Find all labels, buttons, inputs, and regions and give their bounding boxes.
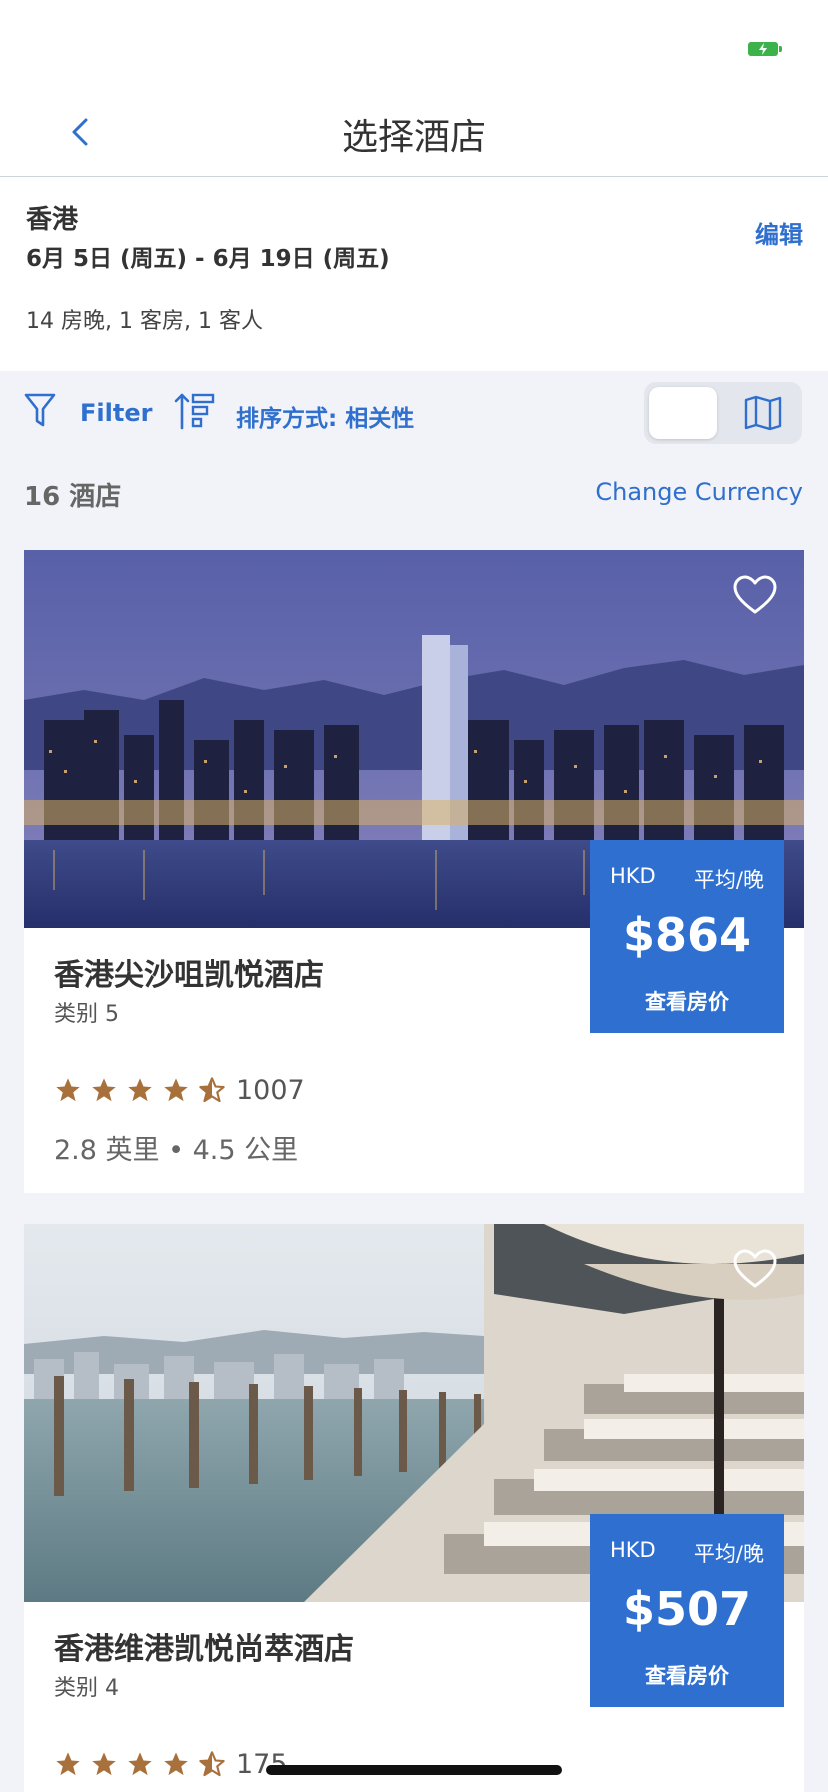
star-full-icon bbox=[164, 1078, 188, 1102]
destination-city: 香港 bbox=[26, 205, 79, 235]
star-rating: 1007 bbox=[54, 1072, 305, 1108]
star-rating: 175 bbox=[54, 1746, 288, 1782]
hotel-category: 类别 5 bbox=[54, 1002, 119, 1027]
star-half-icon bbox=[199, 1751, 225, 1777]
results-toolbar: Filter 排序方式: 相关性 bbox=[0, 371, 828, 461]
search-summary: 香港 6月 5日 (周五) - 6月 19日 (周五) 14 房晚, 1 客房,… bbox=[0, 177, 828, 371]
price-currency: HKD bbox=[610, 864, 656, 888]
favorite-heart-icon[interactable] bbox=[732, 574, 778, 616]
sort-button[interactable]: 排序方式: 相关性 bbox=[236, 399, 414, 433]
price-amount: $507 bbox=[622, 1582, 752, 1636]
stay-details: 14 房晚, 1 客房, 1 客人 bbox=[26, 309, 263, 334]
price-box[interactable]: HKD 平均/晚 $507 查看房价 bbox=[590, 1514, 784, 1707]
view-rates-button[interactable]: 查看房价 bbox=[590, 1660, 784, 1690]
review-count: 1007 bbox=[236, 1074, 305, 1106]
star-half-icon bbox=[199, 1077, 225, 1103]
price-amount: $864 bbox=[622, 908, 752, 962]
hotel-card[interactable]: HKD 平均/晚 $864 查看房价 香港尖沙咀凯悦酒店 类别 5 1007 2… bbox=[24, 550, 804, 1193]
status-bar bbox=[0, 0, 828, 90]
change-currency-link[interactable]: Change Currency bbox=[595, 478, 803, 506]
hotel-category: 类别 4 bbox=[54, 1676, 119, 1701]
hotel-distance: 2.8 英里 • 4.5 公里 bbox=[54, 1135, 299, 1166]
sort-icon[interactable] bbox=[174, 391, 216, 431]
edit-search-button[interactable]: 编辑 bbox=[755, 215, 803, 250]
filter-button[interactable]: Filter bbox=[80, 399, 152, 427]
star-full-icon bbox=[128, 1752, 152, 1776]
battery-icon bbox=[748, 42, 782, 56]
hotel-name[interactable]: 香港尖沙咀凯悦酒店 bbox=[54, 950, 324, 994]
price-currency: HKD bbox=[610, 1538, 656, 1562]
star-full-icon bbox=[164, 1752, 188, 1776]
nav-bar: 选择酒店 bbox=[0, 90, 828, 177]
star-full-icon bbox=[56, 1078, 80, 1102]
star-full-icon bbox=[92, 1752, 116, 1776]
favorite-heart-icon[interactable] bbox=[732, 1248, 778, 1290]
stay-dates: 6月 5日 (周五) - 6月 19日 (周五) bbox=[26, 246, 390, 272]
star-full-icon bbox=[128, 1078, 152, 1102]
map-icon[interactable] bbox=[744, 395, 782, 431]
star-full-icon bbox=[56, 1752, 80, 1776]
view-rates-button[interactable]: 查看房价 bbox=[590, 986, 784, 1016]
home-indicator[interactable] bbox=[266, 1765, 562, 1775]
hotel-card[interactable]: HKD 平均/晚 $507 查看房价 香港维港凯悦尚萃酒店 类别 4 175 bbox=[24, 1224, 804, 1792]
star-full-icon bbox=[92, 1078, 116, 1102]
list-view-option[interactable] bbox=[649, 387, 717, 439]
price-box[interactable]: HKD 平均/晚 $864 查看房价 bbox=[590, 840, 784, 1033]
results-count: 16 酒店 bbox=[24, 482, 122, 512]
price-per-night-label: 平均/晚 bbox=[693, 1542, 764, 1566]
filter-icon[interactable] bbox=[24, 392, 56, 430]
price-per-night-label: 平均/晚 bbox=[693, 868, 764, 892]
list-map-toggle[interactable] bbox=[644, 382, 802, 444]
hotel-name[interactable]: 香港维港凯悦尚萃酒店 bbox=[54, 1624, 354, 1668]
page-title: 选择酒店 bbox=[341, 117, 486, 158]
